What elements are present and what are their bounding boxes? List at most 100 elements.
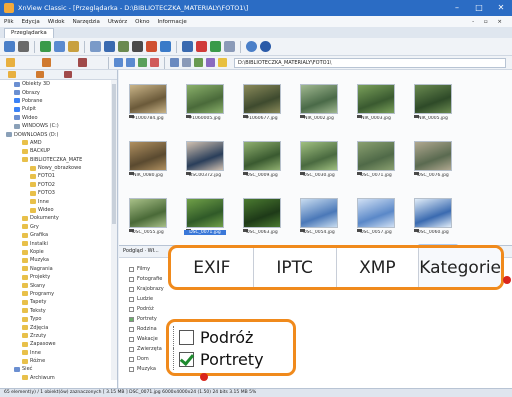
rename-icon[interactable] <box>118 41 129 52</box>
folder-tree[interactable]: Obiekty 3D Obrazy Pobrane Pulpit Wideo WINDOW… <box>0 70 118 388</box>
acquire-icon[interactable] <box>90 41 101 52</box>
tree-item[interactable]: Dokumenty <box>0 214 117 222</box>
settings-icon[interactable] <box>246 41 257 52</box>
tree-item[interactable]: Pulpit <box>0 105 117 113</box>
folders-tab-icon[interactable] <box>8 71 16 78</box>
menu-item-narzędzia[interactable]: Narzędzia <box>69 19 104 25</box>
categories-icon[interactable] <box>78 58 87 67</box>
thumbnail[interactable]: NIK_0005.jpg <box>412 82 454 128</box>
menu-item-edycja[interactable]: Edycja <box>18 19 44 25</box>
category-row[interactable]: Portrety <box>173 348 293 370</box>
favorites-tab-icon[interactable] <box>36 71 44 78</box>
menu-item-widok[interactable]: Widok <box>44 19 69 25</box>
filter-icon[interactable] <box>54 41 65 52</box>
tree-item[interactable]: Wideo <box>0 206 117 214</box>
thumbnail-browser[interactable]: P1000784.jpg P1060005.jpg P1060677.jpg NIK_… <box>119 70 512 245</box>
tree-item[interactable]: WINDOWS (C:) <box>0 122 117 130</box>
category-checkbox[interactable] <box>129 326 134 332</box>
help-icon[interactable] <box>260 41 271 52</box>
category-checkbox[interactable] <box>129 316 134 322</box>
forward-icon[interactable] <box>126 58 135 67</box>
thumbnail[interactable]: NIK_0003.jpg <box>355 82 397 128</box>
thumbnail[interactable]: DSC_0030.jpg <box>298 139 340 185</box>
minimize-button[interactable]: – <box>446 0 468 16</box>
folder-icon[interactable] <box>6 58 15 67</box>
tree-item[interactable]: Obiekty 3D <box>0 80 117 88</box>
sort-icon[interactable] <box>182 58 191 67</box>
thumbnail[interactable]: DSC_0057.jpg <box>355 196 397 242</box>
browser-icon[interactable] <box>4 41 15 52</box>
print-icon[interactable] <box>132 41 143 52</box>
tab-iptc[interactable]: IPTC <box>254 248 337 287</box>
favorites-icon[interactable] <box>42 58 51 67</box>
tree-item[interactable]: AMD <box>0 139 117 147</box>
stop-icon[interactable] <box>150 58 159 67</box>
tree-item[interactable]: Instalki <box>0 239 117 247</box>
tree-item[interactable]: Typo <box>0 315 117 323</box>
tree-item[interactable]: Nagrania <box>0 265 117 273</box>
fullscreen-icon[interactable] <box>18 41 29 52</box>
category-checkbox[interactable] <box>129 296 134 302</box>
tree-item[interactable]: Skany <box>0 281 117 289</box>
category-checkbox[interactable] <box>129 266 134 272</box>
refresh-icon[interactable] <box>40 41 51 52</box>
category-checkbox[interactable] <box>129 286 134 292</box>
thumbnail[interactable]: DSC_0055.jpg <box>127 196 169 242</box>
thumbnail[interactable]: DSC_0071.jpg <box>184 196 226 242</box>
category-checkbox[interactable] <box>129 366 134 372</box>
thumbnail[interactable]: DSC_0060.jpg <box>412 196 454 242</box>
star-icon[interactable] <box>218 58 227 67</box>
tree-item[interactable]: Obrazy <box>0 88 117 96</box>
tree-item[interactable]: BACKUP <box>0 147 117 155</box>
tree-item[interactable]: Projekty <box>0 273 117 281</box>
tree-item[interactable]: Zdjęcia <box>0 323 117 331</box>
tree-item[interactable]: Pobrane <box>0 97 117 105</box>
close-button[interactable]: ✕ <box>490 0 512 16</box>
tree-item[interactable]: Inne <box>0 349 117 357</box>
delete-icon[interactable] <box>146 41 157 52</box>
category-checkbox[interactable] <box>129 356 134 362</box>
menu-item-okno[interactable]: Okno <box>131 19 153 25</box>
path-field[interactable]: D:\BIBLIOTECZKA_MATERIALY\FOTO1\ <box>234 57 506 68</box>
thumbnail[interactable]: DSC_0054.jpg <box>298 196 340 242</box>
category-row[interactable]: Podróż <box>173 326 293 348</box>
tree-item[interactable]: FOTO3 <box>0 189 117 197</box>
tab-exif[interactable]: EXIF <box>171 248 254 287</box>
tree-item[interactable]: Teksty <box>0 307 117 315</box>
slideshow-icon[interactable] <box>68 41 79 52</box>
tab-browser[interactable]: Przeglądarka <box>4 28 54 38</box>
convert-icon[interactable] <box>104 41 115 52</box>
thumbnail[interactable]: DSC_0009.jpg <box>241 139 283 185</box>
web-icon[interactable] <box>160 41 171 52</box>
mdi-controls[interactable]: - ▫ × <box>468 19 512 25</box>
category-row[interactable]: Podróż <box>129 304 209 314</box>
thumbnail[interactable]: NIK_0002.jpg <box>298 82 340 128</box>
thumbnail[interactable]: P1000784.jpg <box>127 82 169 128</box>
checkbox[interactable] <box>179 329 194 345</box>
category-checkbox[interactable] <box>129 276 134 282</box>
thumbnail[interactable]: DSC00372.jpg <box>184 139 226 185</box>
thumbnail[interactable]: NIK_0080.jpg <box>127 139 169 185</box>
thumbnail[interactable]: P1060005.jpg <box>184 82 226 128</box>
tree-item[interactable]: FOTO1 <box>0 172 117 180</box>
thumbnail[interactable]: P1060677.jpg <box>241 82 283 128</box>
tree-item[interactable]: Muzyka <box>0 256 117 264</box>
category-checkbox[interactable] <box>129 336 134 342</box>
menu-item-plik[interactable]: Plik <box>0 19 18 25</box>
strip-icon[interactable] <box>210 41 221 52</box>
tree-item[interactable]: Zrzuty <box>0 332 117 340</box>
tab-kategorie[interactable]: Kategorie <box>419 248 501 287</box>
tree-item[interactable]: Gry <box>0 223 117 231</box>
menu-item-informacje[interactable]: Informacje <box>153 19 190 25</box>
compare-icon[interactable] <box>196 41 207 52</box>
tree-item[interactable]: Kopie <box>0 248 117 256</box>
tree-scrollbar-thumb[interactable] <box>112 84 116 224</box>
thumbnail[interactable]: DSC_0076.jpg <box>412 139 454 185</box>
tree-item[interactable]: FOTO2 <box>0 181 117 189</box>
tree-scrollbar[interactable] <box>111 80 117 380</box>
tab-xmp[interactable]: XMP <box>337 248 420 287</box>
select-icon[interactable] <box>194 58 203 67</box>
category-checkbox[interactable] <box>129 346 134 352</box>
tree-item[interactable]: DOWNLOADS (D:) <box>0 130 117 138</box>
back-icon[interactable] <box>114 58 123 67</box>
